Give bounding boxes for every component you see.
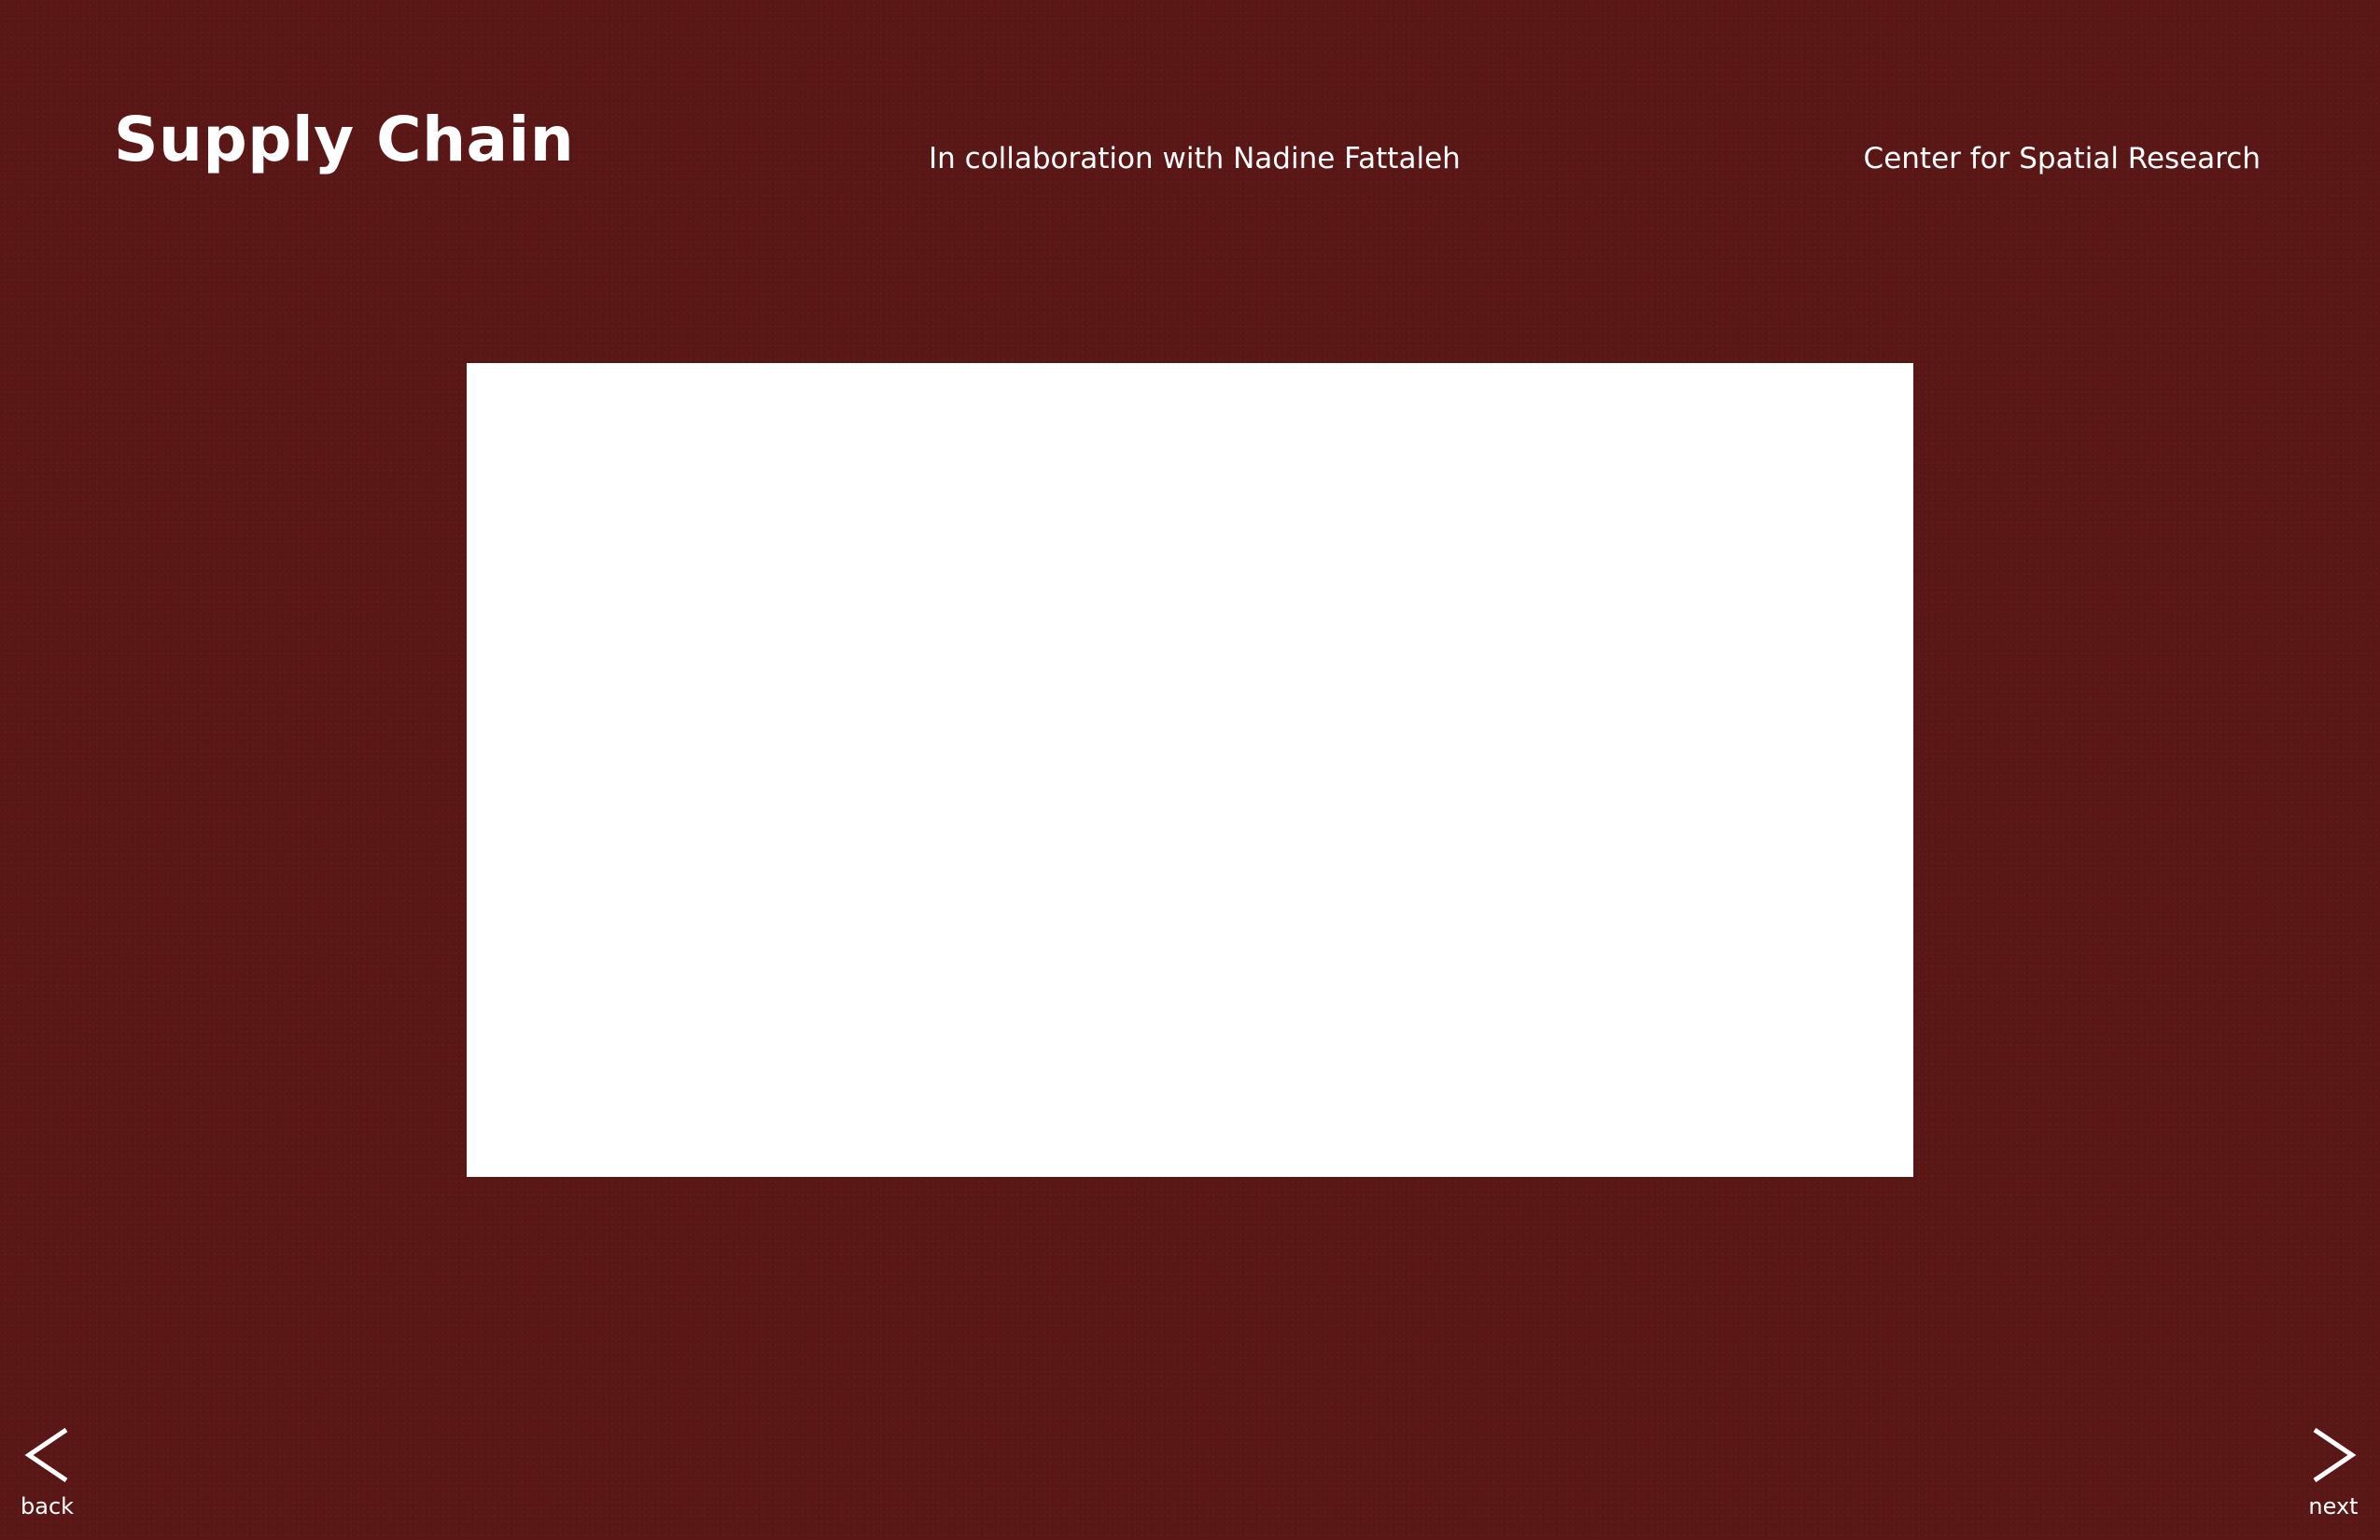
next-label: next	[2308, 1493, 2359, 1519]
back-label: back	[21, 1493, 75, 1519]
organization-link[interactable]: Center for Spatial Research	[1864, 138, 2261, 179]
media-frame[interactable]	[467, 363, 1913, 1177]
page-title: Supply Chain	[114, 104, 575, 175]
chevron-left-icon	[24, 1427, 67, 1483]
back-button[interactable]: back	[21, 1422, 74, 1519]
collaboration-credit: In collaboration with Nadine Fattaleh	[929, 142, 1461, 175]
chevron-right-icon	[2313, 1427, 2357, 1483]
next-button[interactable]: next	[2307, 1422, 2359, 1519]
